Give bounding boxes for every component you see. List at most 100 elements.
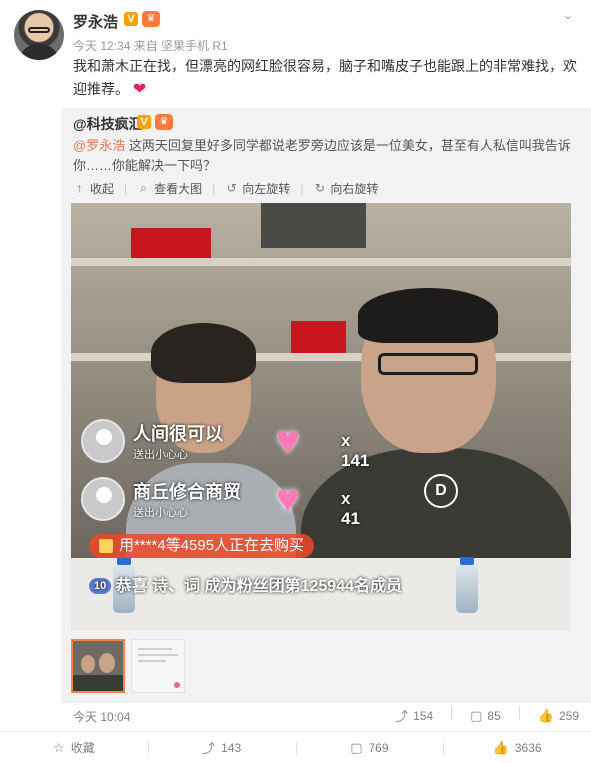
- shelf: [71, 258, 571, 266]
- toolbar-divider: |: [212, 181, 216, 195]
- thumbnail-chat-screenshot[interactable]: [131, 639, 185, 693]
- avatar-glasses: [28, 27, 50, 33]
- thumbnail-strip: [71, 639, 185, 693]
- gift-count: x 41: [341, 489, 360, 528]
- viewer-avatar: [81, 419, 125, 463]
- comment-button[interactable]: ▢ 769: [295, 739, 444, 756]
- thumb-dot: [174, 682, 180, 688]
- like-button[interactable]: 👍 3636: [443, 740, 591, 756]
- thumbs-up-icon: 👍: [537, 707, 554, 723]
- collapse-button[interactable]: ↑ 收起: [73, 180, 115, 197]
- shopping-bag-icon: [99, 539, 113, 553]
- image-toolbar: ↑ 收起 | ⌕ 查看大图 | ↺ 向左旋转 | ↻ 向右旋转: [73, 179, 379, 197]
- repost-count: 143: [221, 740, 242, 755]
- repost-comment-button[interactable]: ▢ 85: [470, 706, 501, 725]
- gift-row: 人间很可以 送出小心心 ♥ x 141: [81, 413, 369, 470]
- toolbar-divider: |: [300, 181, 304, 195]
- repost-footer: 今天 10:04 ⤴ 154 ▢ 85 👍 259: [73, 704, 579, 728]
- avatar[interactable]: [14, 10, 64, 60]
- repost-share-button[interactable]: ⤴ 154: [395, 706, 433, 725]
- thumb-line: [138, 654, 178, 656]
- view-large-label: 查看大图: [154, 181, 203, 196]
- repost-like-button[interactable]: 👍 259: [538, 706, 579, 725]
- toolbar-divider: |: [124, 181, 128, 195]
- heart-emoji-icon: ❤: [132, 81, 147, 98]
- brand-logo-icon: D: [424, 474, 458, 508]
- repost-time[interactable]: 今天 10:04: [73, 708, 130, 725]
- thumbnail-livestream[interactable]: [71, 639, 125, 693]
- thumb-face: [81, 655, 95, 673]
- thumb-line: [138, 648, 172, 650]
- gift-action: 送出小心心: [133, 449, 188, 461]
- rotate-right-button[interactable]: ↻ 向右旋转: [313, 180, 379, 197]
- bottle-cap: [460, 557, 474, 565]
- fan-club-text: 恭喜 诗、词 成为粉丝团第125944名成员: [115, 578, 402, 595]
- car-poster: [131, 228, 211, 258]
- verified-badge-icon: V: [137, 115, 151, 129]
- livestream-screenshot[interactable]: 人间很可以 送出小心心 ♥ x 141 商丘修合商贸 送出小心心 ♥ x 41 …: [71, 203, 571, 631]
- share-icon: ⤴: [202, 741, 216, 756]
- divider: [451, 706, 453, 720]
- favorite-button[interactable]: ☆ 收藏: [0, 739, 148, 756]
- person-right-hair: [358, 288, 498, 343]
- author-name[interactable]: 罗永浩: [73, 11, 118, 32]
- thumb-body: [73, 675, 123, 691]
- gift-row: 商丘修合商贸 送出小心心 ♥ x 41: [81, 471, 360, 528]
- post-meta: 今天 12:34 来自 坚果手机 R1: [73, 39, 228, 53]
- purchase-banner: 用****4等4595人正在去购买: [89, 534, 315, 558]
- mention-link[interactable]: @罗永浩: [73, 138, 125, 153]
- rotate-right-label: 向右旋转: [330, 181, 379, 196]
- like-count: 3636: [514, 740, 542, 755]
- repost-actions: ⤴ 154 ▢ 85 👍 259: [395, 706, 579, 725]
- thumbs-up-icon: 👍: [492, 739, 509, 755]
- star-icon: ☆: [53, 739, 65, 755]
- thumb-line: [138, 660, 166, 662]
- repost-card: @科技疯汇 V ♛ @罗永浩 这两天回复里好多同学都说老罗旁边应该是一位美女，甚…: [61, 108, 591, 724]
- repost-comment-count: 85: [487, 708, 501, 723]
- arrow-up-icon: ↑: [76, 181, 83, 195]
- fan-club-message: 10 恭喜 诗、词 成为粉丝团第125944名成员: [89, 576, 449, 598]
- rotate-right-icon: ↻: [314, 181, 325, 195]
- comment-icon: ▢: [470, 707, 483, 723]
- view-large-button[interactable]: ⌕ 查看大图: [137, 180, 202, 197]
- member-crown-icon: ♛: [142, 11, 160, 27]
- avatar-shirt: [18, 44, 60, 60]
- gift-text: 人间很可以 送出小心心: [133, 420, 223, 462]
- gift-count: x 141: [341, 431, 370, 470]
- framed-picture: [261, 203, 366, 248]
- repost-author[interactable]: @科技疯汇: [73, 114, 143, 134]
- favorite-label: 收藏: [70, 741, 95, 755]
- collapse-label: 收起: [90, 181, 115, 196]
- water-bottle: [456, 563, 478, 613]
- person-left-hair: [151, 323, 256, 383]
- repost-text: @罗永浩 这两天回复里好多同学都说老罗旁边应该是一位美女，甚至有人私信叫我告诉你…: [73, 136, 583, 176]
- fan-level-badge: 10: [89, 578, 112, 594]
- repost-share-count: 154: [413, 708, 434, 723]
- rotate-left-label: 向左旋转: [242, 181, 291, 196]
- comment-icon: ▢: [350, 739, 363, 755]
- repost-text-body: 这两天回复里好多同学都说老罗旁边应该是一位美女，甚至有人私信叫我告诉你……你能解…: [73, 138, 571, 173]
- gift-text: 商丘修合商贸 送出小心心: [133, 478, 241, 520]
- person-right-glasses: [378, 353, 478, 375]
- post-text: 我和萧木正在找，但漂亮的网红脸很容易，脑子和嘴皮子也能跟上的非常难找，欢迎推荐。…: [73, 55, 578, 101]
- member-crown-icon: ♛: [155, 114, 173, 130]
- purchase-text: 用****4等4595人正在去购买: [119, 537, 305, 554]
- repost-button[interactable]: ⤴ 143: [147, 738, 296, 757]
- chevron-down-icon[interactable]: ⌄: [561, 8, 575, 22]
- heart-gift-icon: ♥: [276, 477, 300, 521]
- post-action-bar: ☆ 收藏 ⤴ 143 ▢ 769 👍 3636: [0, 731, 591, 763]
- viewer-name: 人间很可以: [133, 424, 223, 444]
- thumb-face: [99, 653, 115, 673]
- share-icon: ⤴: [395, 709, 409, 724]
- post-header: 罗永浩 V ♛ ⌄ 今天 12:34 来自 坚果手机 R1 我和萧木正在找，但漂…: [0, 0, 591, 105]
- viewer-avatar: [81, 477, 125, 521]
- viewer-name: 商丘修合商贸: [133, 482, 241, 502]
- divider: [518, 706, 520, 720]
- repost-like-count: 259: [558, 708, 579, 723]
- heart-gift-icon: ♥: [276, 419, 300, 463]
- gift-action: 送出小心心: [133, 507, 188, 519]
- magnify-icon: ⌕: [140, 180, 147, 195]
- rotate-left-button[interactable]: ↺ 向左旋转: [225, 180, 291, 197]
- post-text-body: 我和萧木正在找，但漂亮的网红脸很容易，脑子和嘴皮子也能跟上的非常难找，欢迎推荐。: [73, 58, 577, 97]
- verified-badge-icon: V: [124, 12, 138, 26]
